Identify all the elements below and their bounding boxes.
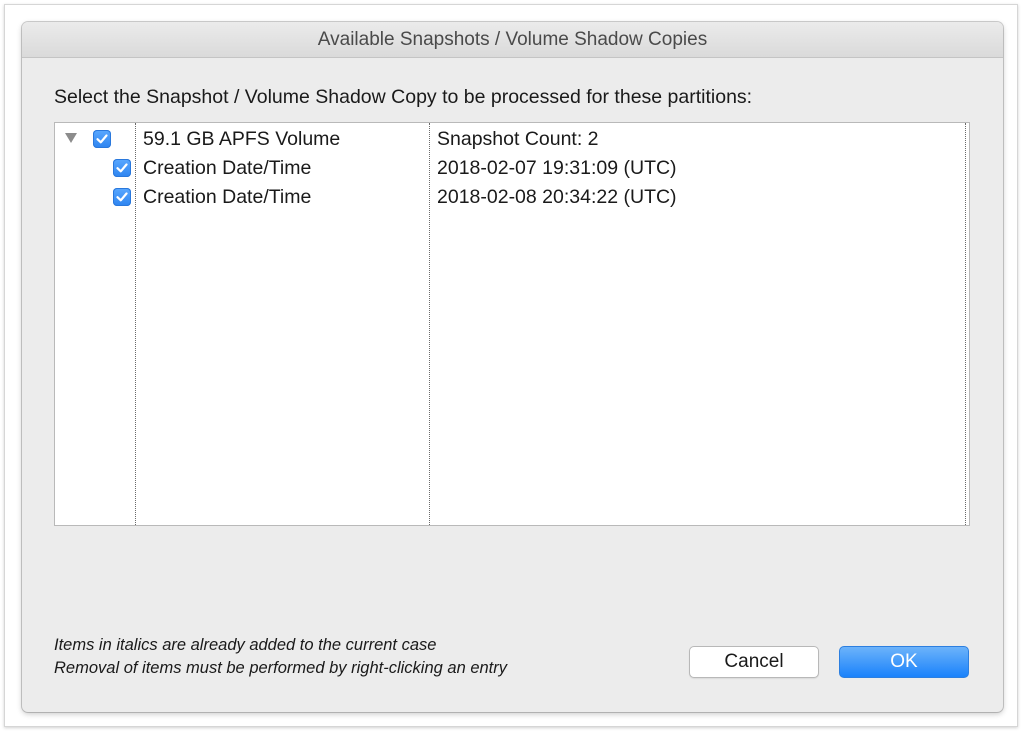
checkmark-icon — [116, 163, 128, 173]
snapshot-datetime: 2018-02-08 20:34:22 (UTC) — [437, 186, 677, 208]
instruction-text: Select the Snapshot / Volume Shadow Copy… — [54, 86, 753, 108]
volume-checkbox[interactable] — [93, 130, 111, 148]
checkmark-icon — [116, 192, 128, 202]
ok-button[interactable]: OK — [839, 646, 969, 678]
tree-row-snapshot[interactable]: Creation Date/Time 2018-02-08 20:34:22 (… — [55, 183, 969, 212]
snapshot-datetime: 2018-02-07 19:31:09 (UTC) — [437, 157, 677, 179]
snapshot-dialog: Available Snapshots / Volume Shadow Copi… — [22, 22, 1003, 712]
snapshot-checkbox[interactable] — [113, 188, 131, 206]
checkmark-icon — [96, 134, 108, 144]
snapshot-checkbox[interactable] — [113, 159, 131, 177]
tree-row-snapshot[interactable]: Creation Date/Time 2018-02-07 19:31:09 (… — [55, 154, 969, 183]
note-italics: Items in italics are already added to th… — [54, 636, 437, 654]
note-removal: Removal of items must be performed by ri… — [54, 659, 508, 677]
disclosure-triangle-down-icon[interactable] — [65, 133, 77, 143]
volume-name: 59.1 GB APFS Volume — [143, 128, 341, 150]
cancel-button[interactable]: Cancel — [689, 646, 819, 678]
window-title: Available Snapshots / Volume Shadow Copi… — [317, 29, 708, 50]
tree-row-volume[interactable]: 59.1 GB APFS Volume Snapshot Count: 2 — [55, 125, 969, 154]
snapshot-label: Creation Date/Time — [143, 157, 312, 179]
footer-notes: Items in italics are already added to th… — [54, 634, 507, 680]
title-bar[interactable]: Available Snapshots / Volume Shadow Copi… — [22, 22, 1003, 58]
snapshot-count: Snapshot Count: 2 — [437, 128, 599, 150]
snapshot-tree-table[interactable]: 59.1 GB APFS Volume Snapshot Count: 2 Cr… — [54, 122, 970, 526]
snapshot-label: Creation Date/Time — [143, 186, 312, 208]
